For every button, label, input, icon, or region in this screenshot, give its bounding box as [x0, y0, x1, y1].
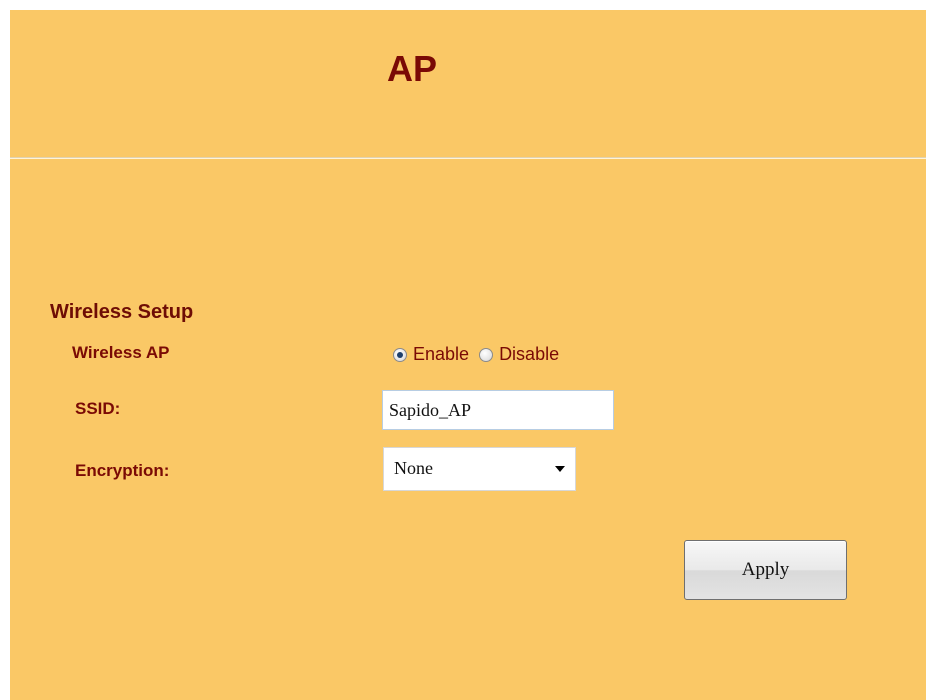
- apply-button[interactable]: Apply: [684, 540, 847, 600]
- router-settings-panel: AP Wireless Setup Wireless AP Enable Dis…: [10, 10, 926, 700]
- wireless-setup-heading: Wireless Setup: [50, 301, 194, 323]
- page-title: AP: [387, 48, 438, 89]
- encryption-select[interactable]: None: [383, 447, 576, 491]
- enable-radio[interactable]: [393, 347, 407, 362]
- chevron-down-icon[interactable]: [555, 466, 565, 472]
- wireless-ap-radio-group: Enable Disable: [393, 344, 569, 365]
- enable-radio-label[interactable]: Enable: [413, 344, 469, 365]
- disable-radio-label[interactable]: Disable: [499, 344, 559, 365]
- ssid-label: SSID:: [75, 399, 121, 418]
- encryption-label: Encryption:: [75, 461, 170, 480]
- disable-radio[interactable]: [479, 347, 494, 362]
- ssid-input[interactable]: [382, 390, 614, 430]
- wireless-ap-label: Wireless AP: [72, 343, 170, 362]
- encryption-select-value: None: [394, 458, 433, 478]
- header-divider: [10, 157, 926, 159]
